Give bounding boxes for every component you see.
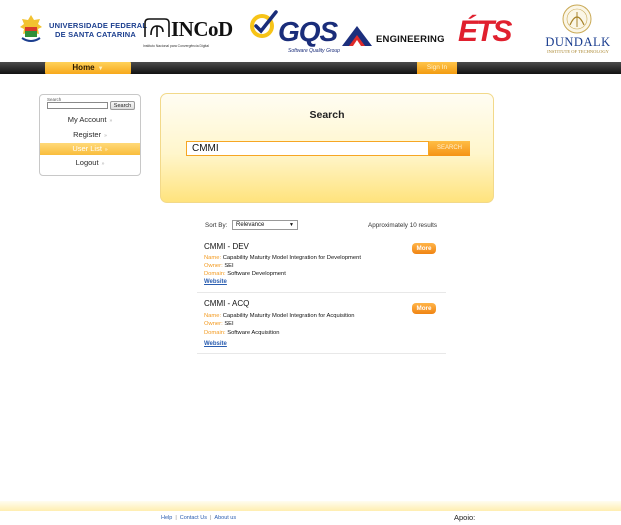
- result-title: CMMI - DEV: [204, 242, 249, 251]
- owner-key: Owner:: [204, 263, 223, 269]
- domain-key: Domain:: [204, 330, 226, 336]
- search-title: Search: [309, 109, 345, 121]
- name-key: Name:: [204, 255, 222, 261]
- name-value: Capability Maturity Model Integration fo…: [222, 313, 355, 319]
- dundalk-logo: DUNDALK INSTITUTE OF TECHNOLOGY: [537, 2, 619, 58]
- search-button-label: SEARCH: [436, 145, 462, 151]
- incod-name: INCoD: [171, 17, 233, 41]
- domain-value: Software Development: [227, 271, 286, 277]
- sidebar-item-user-list[interactable]: User List»: [40, 143, 140, 155]
- search-panel: Search CMMI SEARCH: [160, 93, 494, 203]
- result-item: CMMI - ACQ More Name: Capability Maturit…: [197, 296, 446, 354]
- sort-label: Sort By:: [205, 222, 228, 229]
- gqs-check-icon: [250, 10, 278, 38]
- footer-help-link[interactable]: Help: [161, 515, 172, 521]
- engineering-logo: ENGINEERING: [340, 24, 450, 48]
- sort-bar: Sort By: Relevance ▼ Approximately 10 re…: [205, 219, 445, 233]
- partner-logos: UNIVERSIDADE FEDERAL DE SANTA CATARINA I…: [0, 0, 621, 60]
- sign-in-label: Sign In: [426, 64, 448, 71]
- result-title: CMMI - ACQ: [204, 299, 250, 308]
- domain-key: Domain:: [204, 271, 226, 277]
- main-navbar: Home ▼ Sign In: [0, 62, 621, 74]
- chevron-right-icon: »: [104, 133, 107, 139]
- result-item: CMMI - DEV More Name: Capability Maturit…: [197, 239, 446, 293]
- footer-links: Help | Contact Us | About us: [161, 515, 236, 521]
- dropdown-arrow-icon: ▼: [289, 222, 294, 228]
- result-name-line: Name: Capability Maturity Model Integrat…: [204, 313, 355, 319]
- result-owner-line: Owner: SEI: [204, 263, 234, 269]
- footer-about-link[interactable]: About us: [214, 515, 236, 521]
- engineering-name: ENGINEERING: [376, 34, 445, 45]
- ufsc-name-line2: DE SANTA CATARINA: [55, 30, 137, 39]
- owner-value: SEI: [224, 321, 234, 327]
- footer-band: [0, 501, 621, 511]
- sidebar-panel: Search Search My Account» Register» User…: [39, 94, 141, 176]
- sort-select[interactable]: Relevance ▼: [232, 220, 298, 230]
- result-name-line: Name: Capability Maturity Model Integrat…: [204, 255, 361, 261]
- footer-contact-link[interactable]: Contact Us: [180, 515, 207, 521]
- nav-home-label: Home: [72, 63, 95, 72]
- sidebar-item-label: User List: [72, 144, 102, 153]
- main-search-input[interactable]: CMMI: [186, 141, 429, 156]
- sidebar-item-logout[interactable]: Logout»: [40, 157, 140, 169]
- ets-logo: ÉTS: [458, 15, 528, 48]
- sidebar-item-register[interactable]: Register»: [40, 129, 140, 141]
- dundalk-name: DUNDALK: [545, 35, 611, 49]
- result-count: Approximately 10 results: [368, 222, 437, 229]
- sign-in-button[interactable]: Sign In: [417, 62, 457, 74]
- more-button[interactable]: More: [412, 303, 436, 314]
- ufsc-logo: UNIVERSIDADE FEDERAL DE SANTA CATARINA: [18, 12, 147, 48]
- ufsc-name-line1: UNIVERSIDADE FEDERAL: [49, 21, 148, 30]
- sort-selected-value: Relevance: [236, 222, 265, 228]
- engineering-emblem-icon: [342, 26, 372, 46]
- chevron-right-icon: »: [109, 118, 113, 124]
- sidebar-search-input[interactable]: [47, 102, 108, 109]
- footer-separator: |: [209, 515, 212, 521]
- gqs-subtitle: Software Quality Group: [288, 48, 340, 54]
- name-key: Name:: [204, 313, 222, 319]
- sidebar-item-label: Logout: [75, 158, 99, 167]
- owner-value: SEI: [224, 263, 234, 269]
- ets-name: ÉTS: [458, 15, 512, 48]
- chevron-down-icon: ▼: [97, 66, 104, 72]
- result-domain-line: Domain: Software Acquisition: [204, 330, 279, 336]
- main-search-button[interactable]: SEARCH: [429, 141, 470, 156]
- domain-value: Software Acquisition: [227, 330, 280, 336]
- more-button[interactable]: More: [412, 243, 436, 254]
- ufsc-crest-icon: [20, 15, 42, 42]
- sidebar-item-label: Register: [73, 130, 102, 139]
- result-divider: [197, 353, 446, 354]
- gqs-name: GQS: [278, 16, 338, 47]
- gqs-logo: GQS Software Quality Group: [246, 8, 346, 56]
- incod-logo: INCoD Instituto Nacional para Convergênc…: [141, 14, 251, 52]
- sidebar-item-label: My Account: [67, 115, 107, 124]
- sidebar-item-my-account[interactable]: My Account»: [40, 114, 140, 126]
- owner-key: Owner:: [204, 321, 223, 327]
- dundalk-subtitle: INSTITUTE OF TECHNOLOGY: [547, 49, 609, 54]
- sidebar-search-button[interactable]: Search: [110, 101, 135, 110]
- result-owner-line: Owner: SEI: [204, 321, 234, 327]
- website-link[interactable]: Website: [204, 341, 227, 347]
- nav-home-tab[interactable]: Home ▼: [45, 62, 131, 74]
- chevron-right-icon: »: [104, 147, 108, 153]
- result-divider: [197, 292, 446, 293]
- dundalk-seal-icon: [562, 4, 592, 34]
- footer-separator: |: [175, 515, 177, 521]
- result-domain-line: Domain: Software Development: [204, 271, 286, 277]
- chevron-right-icon: »: [101, 161, 105, 167]
- website-link[interactable]: Website: [204, 279, 227, 285]
- incod-emblem-icon: [144, 18, 170, 37]
- name-value: Capability Maturity Model Integration fo…: [222, 255, 361, 261]
- search-query-text: CMMI: [192, 143, 219, 154]
- incod-subtitle: Instituto Nacional para Convergência Dig…: [143, 44, 209, 48]
- apoio-label: Apoio:: [454, 513, 476, 522]
